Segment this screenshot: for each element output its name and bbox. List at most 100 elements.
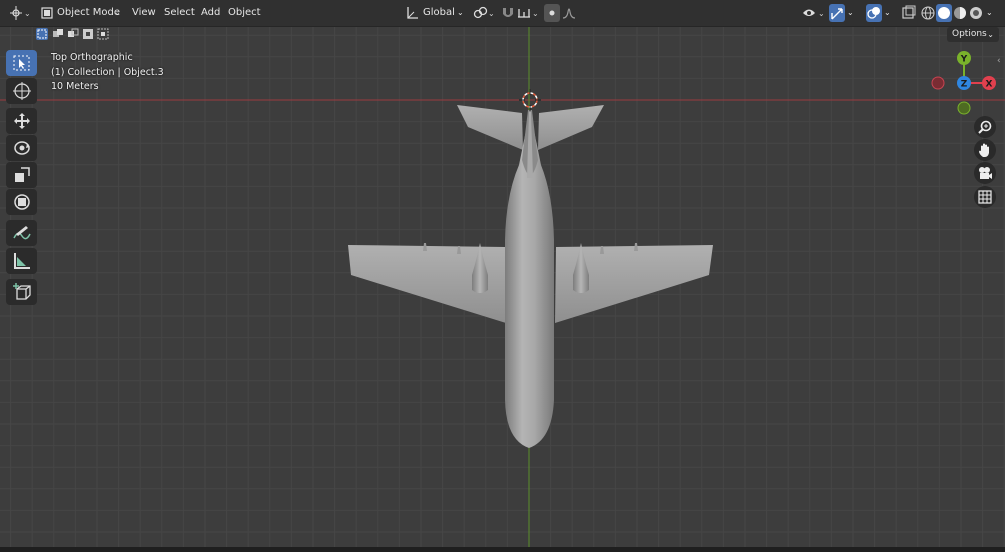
viewport-bottom-border [0,547,1005,552]
pan-hand-icon [979,143,989,157]
left-stabilizer [457,105,523,150]
move-tool[interactable] [6,108,37,134]
select-box-icon [13,55,30,71]
gizmo-arrows-icon [831,8,843,20]
chevron-down-icon: ⌄ [457,8,464,17]
navigation-gizmo[interactable]: Y X Z [928,48,1000,118]
object-mode-icon [41,7,53,19]
annotate-tool[interactable] [6,220,37,246]
3d-cursor-icon[interactable] [518,89,542,113]
snap-increment-icon: ⌄ [518,9,539,18]
falloff-dropdown[interactable] [561,4,583,22]
measure-tool[interactable] [6,248,37,274]
view-name: Top Orthographic [51,52,133,63]
magnet-icon [503,8,513,17]
add-cube-tool[interactable] [6,279,37,305]
gizmo-dropdown[interactable]: ⌄ [847,4,859,22]
right-stabilizer [538,105,604,150]
mode-dropdown[interactable]: Object Mode ⌄ [38,4,124,22]
measure-icon [14,253,30,269]
shading-rendered-button[interactable] [968,4,984,22]
editor-type-button[interactable]: ⌄ [8,4,32,22]
rendered-sphere-icon [970,7,982,19]
rotate-tool[interactable] [6,135,37,161]
3d-viewport[interactable]: Top Orthographic (1) Collection | Object… [0,0,1005,552]
ortho-toggle-button[interactable] [974,186,996,208]
viewport-header: ⌄ Object Mode ⌄ View Select Add Object G… [0,0,1005,27]
svg-text:⌄: ⌄ [818,9,825,18]
ortho-grid-icon [978,190,992,204]
chevron-down-icon: ⌄ [114,8,121,17]
right-fairing-outer [634,243,638,251]
collection-info: (1) Collection | Object.3 [51,66,164,78]
add-cube-icon [13,283,31,300]
select-mode-extend-button[interactable] [52,28,64,40]
gizmo-neg-x[interactable] [931,76,945,90]
select-mode-invert-button[interactable] [82,28,94,40]
transform-tool[interactable] [6,189,37,215]
chevron-down-icon: ⌄ [986,8,993,17]
options-label: Options [952,29,987,39]
shading-material-button[interactable] [952,4,968,22]
svg-text:⌄: ⌄ [532,9,539,18]
shading-solid-button[interactable] [936,4,952,22]
scale-info: 10 Meters [51,81,99,92]
move-icon [14,113,30,129]
snap-toggle[interactable] [500,4,516,22]
gizmo-toggle[interactable] [829,4,845,22]
overlays-dropdown[interactable]: ⌄ [884,4,896,22]
select-mode-intersect-button[interactable] [97,28,109,40]
proportional-edit-toggle[interactable] [544,4,560,22]
pivot-point-dropdown[interactable]: ⌄ [472,4,496,22]
svg-text:⌄: ⌄ [24,9,31,18]
solid-sphere-icon [938,7,950,19]
xray-icon [902,5,916,19]
material-sphere-icon [954,7,966,19]
chevron-down-icon: ⌄ [987,30,994,39]
transform-orientation-dropdown[interactable]: Global ⌄ [405,4,467,22]
select-mode-new-button[interactable] [36,28,48,40]
eye-icon: ⌄ [803,9,825,18]
menu-object[interactable]: Object [222,4,267,22]
select-box-tool[interactable] [6,50,37,76]
viewport-info: Top Orthographic (1) Collection | Object… [51,51,164,95]
cursor-tool[interactable] [6,78,37,104]
gizmo-x-label: X [986,80,993,90]
scale-icon [15,167,30,182]
xray-toggle[interactable] [901,4,917,22]
camera-icon [979,167,992,179]
options-dropdown[interactable]: Options ⌄ [947,27,999,42]
camera-view-button[interactable] [974,162,996,184]
select-mode-subtract-button[interactable] [67,28,79,40]
chevron-down-icon: ⌄ [884,8,891,17]
pan-button[interactable] [974,139,996,161]
transform-icon [14,194,30,210]
chevron-down-icon: ⌄ [847,8,854,17]
overlays-toggle[interactable] [866,4,882,22]
proportional-dot-icon [549,10,555,16]
rotate-icon [14,141,30,155]
gizmo-z-label: Z [961,80,968,90]
left-fairing-outer [423,243,427,251]
gizmo-neg-y[interactable] [957,101,971,115]
orientation-label: Global [423,7,455,18]
gizmo-y-label: Y [960,55,968,65]
snap-target-dropdown[interactable]: ⌄ [516,4,540,22]
falloff-curve-icon [562,8,576,19]
overlay-circles-icon [867,7,880,19]
mode-label: Object Mode [57,7,120,18]
zoom-button[interactable] [974,116,996,138]
scale-tool[interactable] [6,162,37,188]
pivot-link-icon: ⌄ [473,6,495,19]
wireframe-sphere-icon [921,6,935,20]
shading-wireframe-button[interactable] [920,4,936,22]
cursor-icon [13,82,31,100]
3d-viewport-icon: ⌄ [10,6,31,20]
visibility-dropdown[interactable]: ⌄ [802,4,826,22]
svg-text:⌄: ⌄ [488,9,495,18]
shading-dropdown[interactable]: ⌄ [986,4,998,22]
orientation-axes-icon [407,7,418,19]
zoom-icon [978,120,992,134]
annotate-icon [13,226,31,240]
menu-view[interactable]: View [126,4,162,22]
